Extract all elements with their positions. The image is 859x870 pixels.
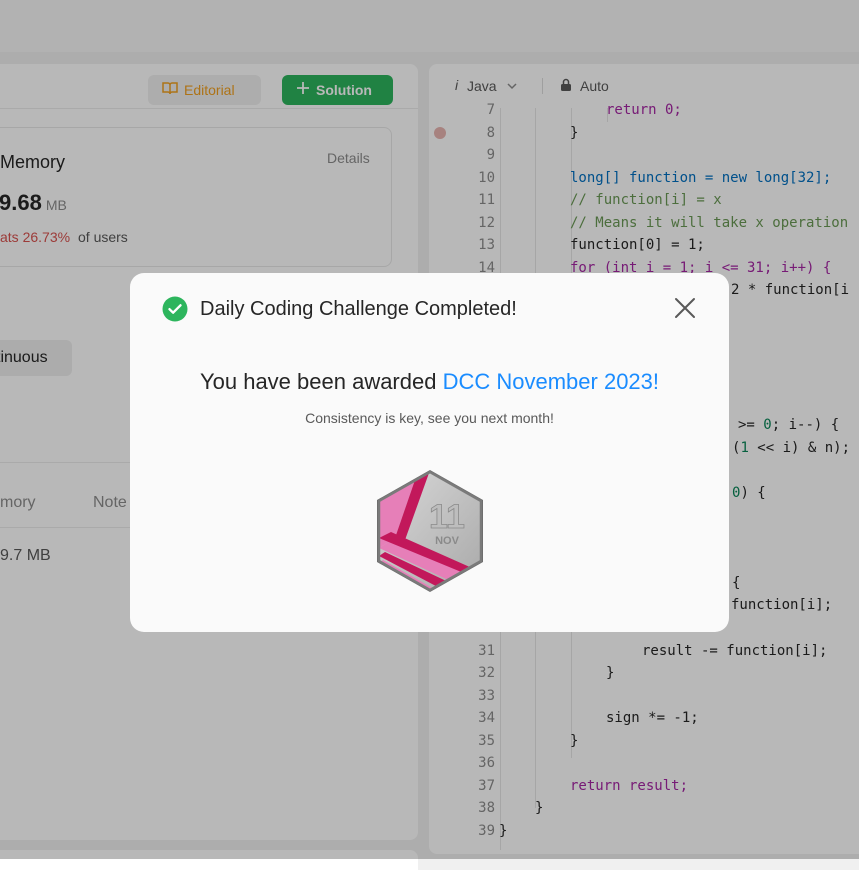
check-circle-icon xyxy=(162,296,188,322)
close-icon[interactable] xyxy=(671,294,699,322)
dialog-title: Daily Coding Challenge Completed! xyxy=(200,298,517,320)
award-subtitle: Consistency is key, see you next month! xyxy=(305,410,554,426)
award-prefix: You have been awarded xyxy=(199,369,443,394)
dcc-badge-image: 11 NOV xyxy=(373,468,487,594)
award-name: DCC November 2023! xyxy=(442,369,660,394)
award-message: You have been awarded DCC November 2023! xyxy=(130,369,729,395)
badge-month: NOV xyxy=(435,535,460,547)
badge-day: 11 xyxy=(429,498,465,536)
challenge-completed-dialog: Daily Coding Challenge Completed! You ha… xyxy=(130,273,729,632)
